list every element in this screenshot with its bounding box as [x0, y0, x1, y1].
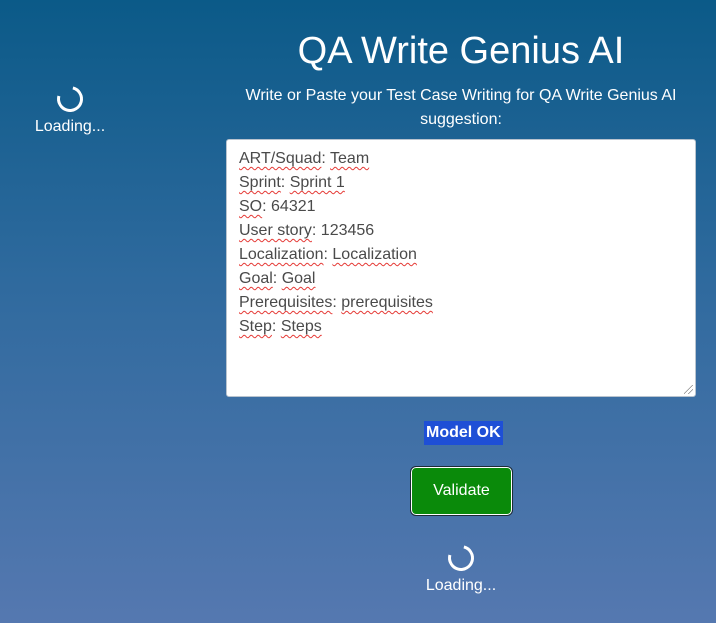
spinner-icon	[443, 540, 479, 576]
editor-line: SO: 64321	[239, 198, 316, 215]
page-subtitle: Write or Paste your Test Case Writing fo…	[245, 87, 677, 128]
loader-left: Loading...	[22, 81, 118, 136]
editor-line: ART/Squad: Team	[239, 150, 370, 167]
loading-text: Loading...	[34, 118, 106, 135]
editor-line: Goal: Goal	[239, 270, 316, 287]
editor-line: Sprint: Sprint 1	[239, 174, 345, 191]
loading-text: Loading...	[425, 577, 497, 594]
validate-button[interactable]: Validate	[410, 466, 513, 516]
editor-line: User story: 123456	[239, 222, 375, 239]
editor-line: Localization: Localization	[239, 246, 417, 263]
page-title: QA Write Genius AI	[297, 30, 625, 72]
status-badge: Model OK	[424, 421, 503, 445]
test-case-textarea[interactable]: ART/Squad: Team Sprint: Sprint 1 SO: 643…	[226, 139, 696, 397]
loader-bottom: Loading...	[413, 540, 509, 595]
editor-line: Step: Steps	[239, 318, 322, 335]
spinner-icon	[52, 81, 88, 117]
editor-line: Prerequisites: prerequisites	[239, 294, 433, 311]
resize-grip-icon[interactable]	[684, 385, 693, 394]
